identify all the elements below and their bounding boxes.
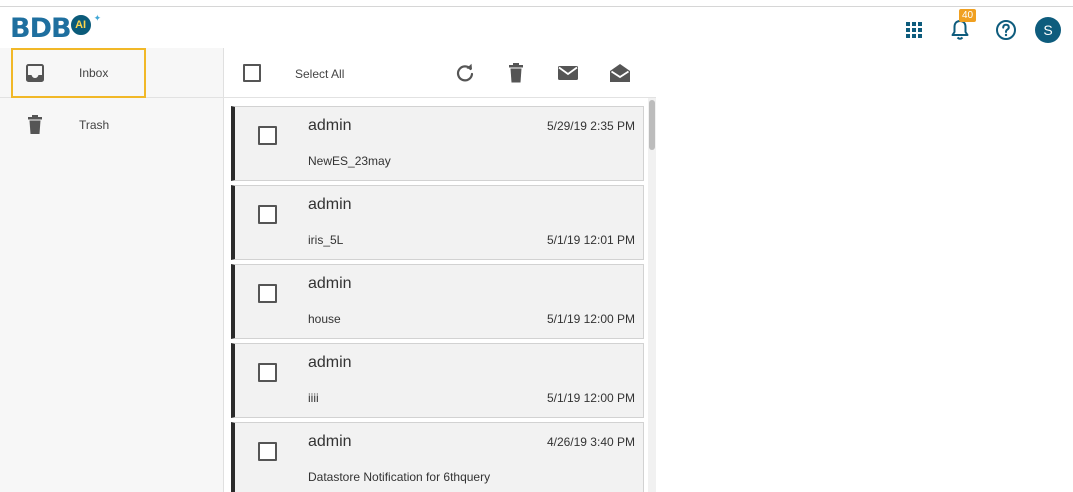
delete-icon: [509, 63, 523, 83]
message-checkbox[interactable]: [258, 284, 277, 303]
sidebar-item-trash[interactable]: Trash: [0, 100, 224, 150]
grid-apps-icon: [906, 22, 922, 38]
refresh-icon: [456, 63, 474, 82]
message-sender: admin: [308, 433, 352, 450]
folder-sidebar: Inbox Trash: [0, 48, 224, 492]
select-all-label[interactable]: Select All: [295, 67, 344, 81]
message-date: 5/29/19 2:35 PM: [546, 119, 635, 133]
user-avatar[interactable]: S: [1035, 17, 1061, 43]
message-subject: iiii: [308, 391, 319, 405]
message-item[interactable]: admin Datastore Notification for 6thquer…: [231, 422, 644, 492]
bell-icon: [951, 20, 969, 40]
message-checkbox[interactable]: [258, 442, 277, 461]
message-item[interactable]: admin iiii 5/1/19 12:00 PM: [231, 343, 644, 418]
scrollbar-thumb[interactable]: [649, 100, 655, 150]
sidebar-item-label: Inbox: [79, 66, 109, 80]
message-sender: admin: [308, 196, 352, 213]
message-date: 5/1/19 12:01 PM: [546, 233, 635, 247]
mark-unread-icon: [558, 66, 578, 80]
message-sender: admin: [308, 354, 352, 371]
help-button[interactable]: [989, 15, 1023, 45]
delete-button[interactable]: [504, 61, 528, 85]
mark-read-button[interactable]: [608, 61, 632, 85]
message-list-scrollbar[interactable]: [648, 98, 656, 492]
message-checkbox[interactable]: [258, 126, 277, 145]
message-item[interactable]: admin iris_5L 5/1/19 12:01 PM: [231, 185, 644, 260]
message-sender: admin: [308, 117, 352, 134]
message-list: admin NewES_23may 5/29/19 2:35 PM admin …: [224, 98, 656, 492]
apps-grid-button[interactable]: [897, 15, 931, 45]
inbox-icon: [25, 63, 45, 83]
message-item[interactable]: admin house 5/1/19 12:00 PM: [231, 264, 644, 339]
message-date: 4/26/19 3:40 PM: [546, 435, 635, 449]
brand-logo[interactable]: BDB AI ✦: [10, 13, 101, 45]
messages-app: BDB AI ✦ 40 S Inbox Trash Select All adm…: [0, 0, 1073, 492]
logo-text: BDB: [10, 13, 72, 44]
mark-read-icon: [610, 64, 630, 82]
sidebar-item-inbox[interactable]: Inbox: [0, 48, 224, 98]
message-date: 5/1/19 12:00 PM: [546, 391, 635, 405]
notification-count-badge: 40: [959, 9, 977, 22]
message-toolbar: Select All: [224, 48, 656, 98]
select-all-checkbox[interactable]: [243, 64, 261, 82]
sidebar-item-label: Trash: [79, 118, 110, 132]
help-circle-icon: [996, 20, 1016, 40]
mark-unread-button[interactable]: [556, 61, 580, 85]
message-date: 5/1/19 12:00 PM: [546, 312, 635, 326]
message-subject: NewES_23may: [308, 154, 391, 168]
top-navbar: BDB AI ✦ 40 S: [0, 6, 1073, 48]
message-sender: admin: [308, 275, 352, 292]
top-actions: 40 S: [885, 9, 1061, 47]
trash-icon: [25, 115, 45, 135]
message-subject: iris_5L: [308, 233, 344, 247]
sparkle-icon: ✦: [93, 12, 102, 23]
message-subject: Datastore Notification for 6thquery: [308, 470, 491, 484]
logo-ai-badge: AI: [68, 13, 93, 37]
message-checkbox[interactable]: [258, 205, 277, 224]
message-checkbox[interactable]: [258, 363, 277, 382]
message-item[interactable]: admin NewES_23may 5/29/19 2:35 PM: [231, 106, 644, 181]
notifications-button[interactable]: 40: [943, 9, 977, 45]
message-subject: house: [308, 312, 341, 326]
refresh-button[interactable]: [453, 61, 477, 85]
